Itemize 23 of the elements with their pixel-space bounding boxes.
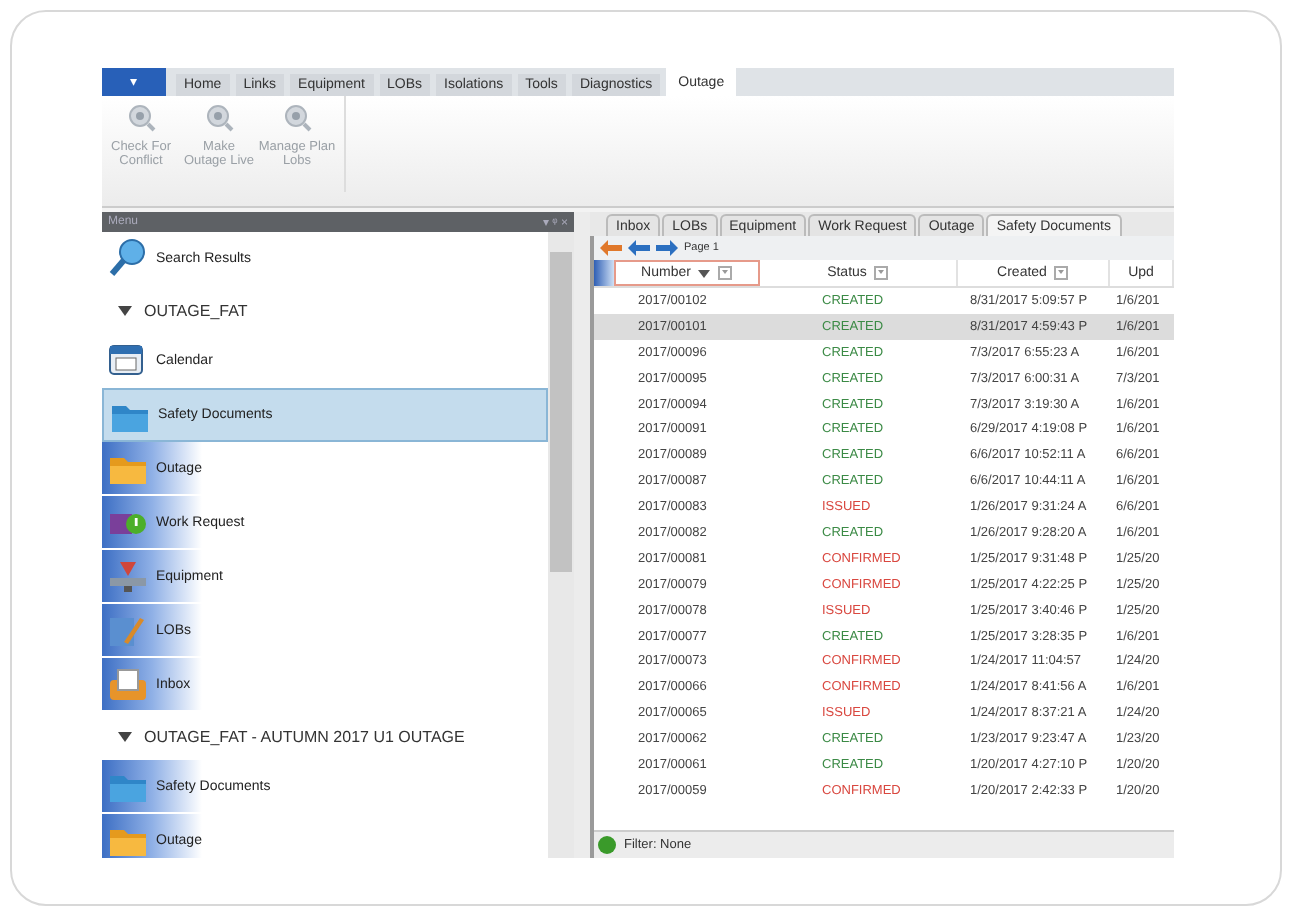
arrow-left-icon <box>600 240 622 256</box>
row-selector-header <box>594 260 614 286</box>
magnifier-icon <box>283 104 311 132</box>
collapse-triangle-icon <box>118 303 132 317</box>
arrow-right-icon <box>656 240 678 256</box>
search-icon <box>108 238 148 278</box>
splitter[interactable] <box>574 212 590 858</box>
sort-down-icon <box>698 269 711 277</box>
filter-icon <box>874 266 889 280</box>
magnifier-icon <box>127 104 155 132</box>
filter-icon <box>718 266 733 280</box>
collapse-triangle-icon <box>118 729 132 743</box>
tray-icon <box>108 664 148 704</box>
group-header[interactable]: OUTAGE_FAT - AUTUMN 2017 U1 OUTAGE <box>102 712 548 760</box>
filter-icon <box>1054 266 1069 280</box>
status-dot-icon <box>598 836 616 854</box>
arrow-left-icon <box>628 240 650 256</box>
magnifier-icon <box>205 104 233 132</box>
valve-icon <box>108 556 148 596</box>
calendar-icon <box>108 340 148 380</box>
group-header[interactable]: OUTAGE_FAT <box>102 286 548 334</box>
scrollbar-thumb[interactable] <box>550 252 572 572</box>
scrollbar[interactable] <box>548 232 574 858</box>
